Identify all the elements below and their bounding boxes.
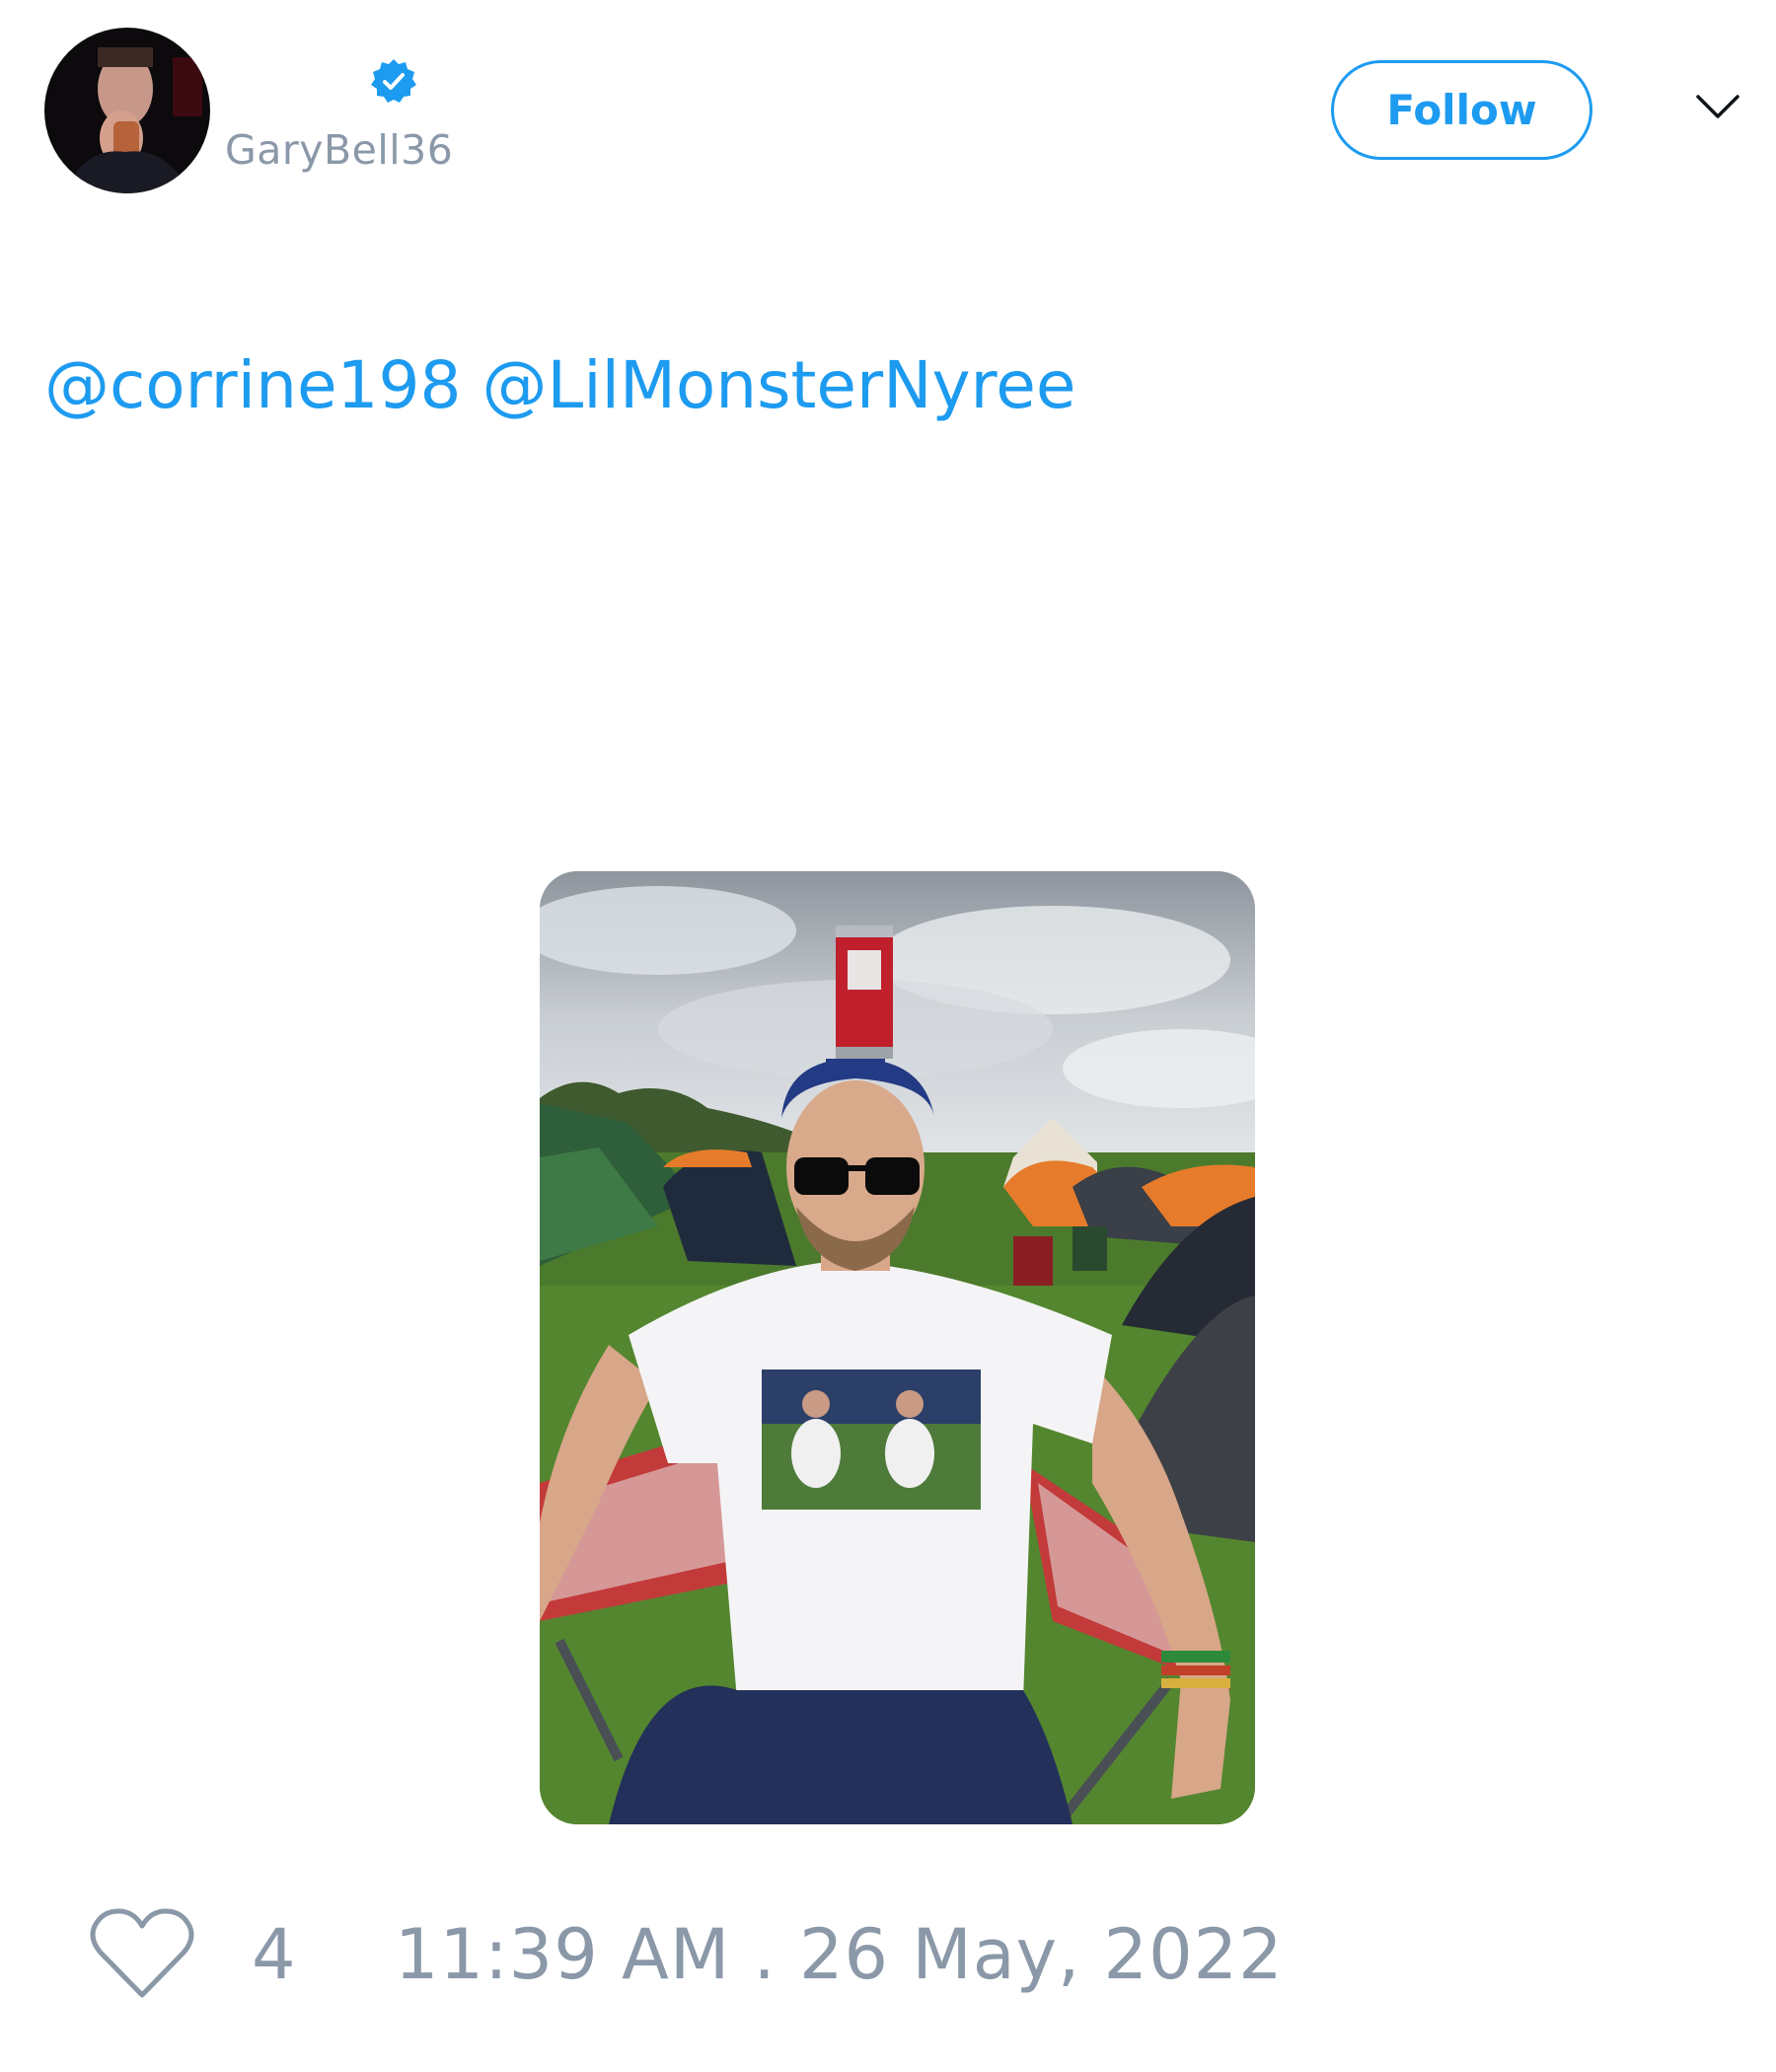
user-handle[interactable]: GaryBell36 <box>225 126 453 174</box>
follow-button[interactable]: Follow <box>1331 60 1592 160</box>
tweet-text: @corrine198 @LilMonsterNyree <box>44 347 1075 423</box>
avatar[interactable] <box>44 28 210 193</box>
heart-icon[interactable] <box>89 1906 195 2001</box>
tweet-timestamp[interactable]: 11:39 AM . 26 May, 2022 <box>395 1914 1284 1995</box>
like-count: 4 <box>252 1914 296 1995</box>
mention-link[interactable]: @corrine198 <box>44 347 462 423</box>
verified-badge-icon <box>370 57 417 105</box>
mention-link[interactable]: @LilMonsterNyree <box>482 347 1076 423</box>
chevron-down-icon[interactable] <box>1695 93 1740 120</box>
tweet-photo[interactable] <box>540 871 1255 1824</box>
